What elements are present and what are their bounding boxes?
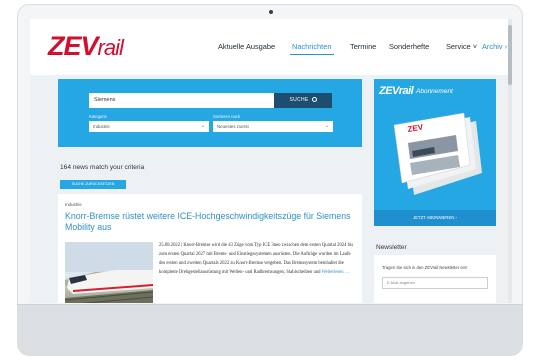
scrollbar[interactable] [508, 19, 512, 303]
nav-nachrichten[interactable]: Nachrichten [292, 42, 331, 51]
monitor-chin [17, 304, 523, 356]
nav-archiv[interactable]: Archiv › [482, 42, 507, 51]
read-more-link[interactable]: Weiterlesen … [322, 270, 350, 275]
sort-select[interactable]: Neuestes zuerst ⌄ [213, 121, 333, 132]
scrollbar-thumb[interactable] [508, 25, 512, 85]
search-input[interactable] [89, 93, 274, 108]
category-label: Kategorie [89, 114, 107, 119]
news-card: Industrie Knorr-Bremse rüstet weitere IC… [58, 194, 362, 303]
nav-aktuelle-ausgabe[interactable]: Aktuelle Ausgabe [218, 42, 275, 51]
sort-label: Sortieren nach [213, 114, 241, 119]
newsletter-text: Tragen Sie sich in den ZEVrail Newslette… [382, 265, 468, 270]
active-nav-underline [290, 54, 334, 55]
monitor: ZEVrail Aktuelle Ausgabe Nachrichten Ter… [17, 4, 523, 356]
reset-search-button[interactable]: SUCHE ZURÜCKSETZEN [60, 180, 126, 189]
search-button[interactable]: SUCHE [274, 93, 332, 108]
magazine-stack-image: ZEV [393, 112, 482, 195]
search-icon [311, 97, 317, 102]
ice-train-image[interactable] [65, 242, 153, 303]
monitor-bezel: ZEVrail Aktuelle Ausgabe Nachrichten Ter… [17, 4, 523, 304]
newsletter-email-field[interactable]: E-Mail angeben [382, 277, 488, 289]
zevrail-logo[interactable]: ZEVrail [48, 31, 124, 62]
chevron-down-icon: ⌄ [324, 123, 329, 129]
camera-dot [269, 10, 273, 14]
newsletter-heading: Newsletter [376, 244, 407, 251]
chevron-down-icon: ⌄ [200, 123, 205, 129]
subscribe-button[interactable]: JETZT ABONNIEREN › [374, 210, 496, 226]
website-screen: ZEVrail Aktuelle Ausgabe Nachrichten Ter… [30, 19, 512, 303]
abo-title: Abonnement [416, 88, 453, 95]
site-header: ZEVrail Aktuelle Ausgabe Nachrichten Ter… [30, 19, 508, 75]
nav-termine[interactable]: Termine [350, 42, 376, 51]
abo-logo: ZEVrail [379, 85, 414, 97]
article-category: Industrie [65, 202, 82, 207]
newsletter-box: Tragen Sie sich in den ZEVrail Newslette… [374, 255, 496, 303]
category-select[interactable]: Industrie ⌄ [89, 121, 209, 132]
article-excerpt: 25.08.2022 | Knorr-Bremse wird die 43 Zü… [159, 243, 354, 275]
subscription-box[interactable]: ZEVrail Abonnement ZEV JETZT ABONNIEREN … [374, 79, 496, 226]
article-title[interactable]: Knorr-Bremse rüstet weitere ICE-Hochgesc… [65, 211, 357, 233]
nav-service[interactable]: Service ˅ [446, 42, 477, 51]
search-panel: SUCHE Kategorie Industrie⌄ Sortieren nac… [58, 79, 362, 147]
nav-sonderhefte[interactable]: Sonderhefte [389, 42, 429, 51]
result-count: 164 news match your criteria [60, 164, 145, 171]
